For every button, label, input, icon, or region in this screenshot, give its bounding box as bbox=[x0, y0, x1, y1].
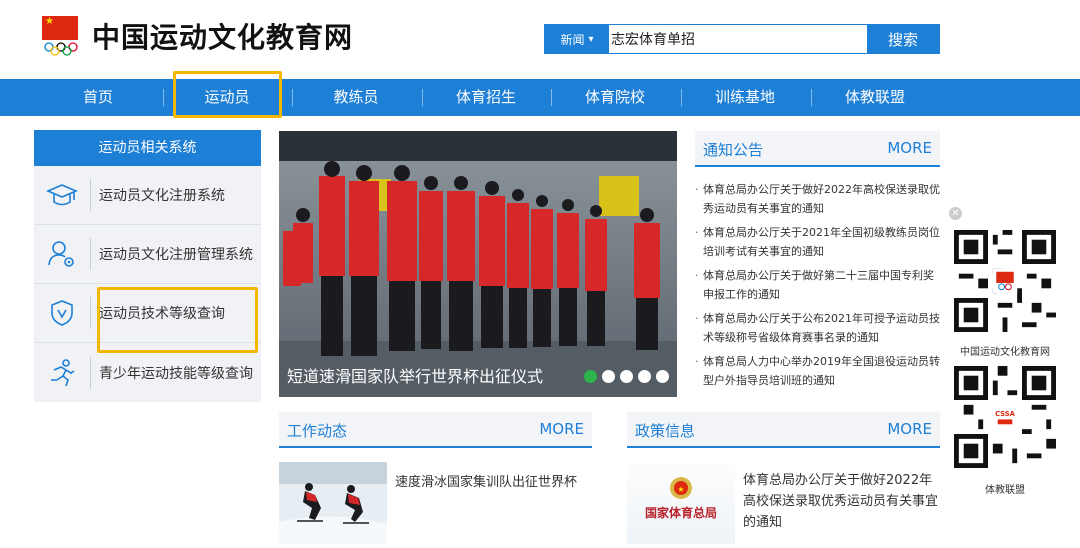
close-icon[interactable]: ✕ bbox=[949, 207, 962, 220]
slider-dot[interactable] bbox=[656, 370, 669, 383]
graduation-cap-icon bbox=[34, 182, 90, 208]
qr-label-website: 中国运动文化教育网 bbox=[960, 347, 1050, 358]
site-title: 中国运动文化教育网 bbox=[92, 21, 354, 54]
list-item[interactable]: 体育总局办公厅关于做好2022年高校保送录取优秀运动员有关事宜的通知 bbox=[695, 180, 940, 218]
search-category-select[interactable]: 新闻 ▾ bbox=[545, 25, 609, 53]
main-nav: 首页 运动员 教练员 体育招生 体育院校 训练基地 体教联盟 bbox=[0, 79, 1080, 116]
search-category-label: 新闻 bbox=[560, 32, 585, 47]
qr-badge-text: CSSA bbox=[995, 410, 1016, 418]
work-news-item[interactable]: 速度滑冰国家集训队出征世界杯 bbox=[279, 462, 595, 544]
slider-dot[interactable] bbox=[584, 370, 597, 383]
notice-more-link[interactable]: MORE bbox=[887, 139, 932, 157]
sidebar-item-culture-registration[interactable]: 运动员文化注册系统 bbox=[34, 166, 261, 225]
sidebar-title: 运动员相关系统 bbox=[34, 130, 261, 166]
list-item[interactable]: 体育总局人力中心举办2019年全国退役运动员转型户外指导员培训班的通知 bbox=[695, 352, 940, 390]
work-news-title[interactable]: 速度滑冰国家集训队出征世界杯 bbox=[395, 472, 595, 544]
sidebar-highlight-frame bbox=[97, 287, 258, 353]
work-title: 工作动态 bbox=[287, 422, 348, 440]
qr-code-alliance: CSSA bbox=[954, 366, 1056, 468]
policy-news-item[interactable]: ★ 国家体育总局 体育总局办公厅关于做好2022年高校保送录取优秀运动员有关事宜… bbox=[627, 462, 941, 544]
search-input[interactable] bbox=[609, 25, 867, 53]
svg-text:★: ★ bbox=[677, 485, 684, 494]
policy-title: 政策信息 bbox=[635, 422, 696, 440]
search-button[interactable]: 搜索 bbox=[867, 25, 939, 53]
slider-dot[interactable] bbox=[620, 370, 633, 383]
policy-header: 政策信息 MORE bbox=[627, 412, 940, 448]
notice-header: 通知公告 MORE bbox=[695, 131, 940, 167]
nav-item-coach[interactable]: 教练员 bbox=[292, 79, 420, 116]
list-item[interactable]: 体育总局办公厅关于2021年全国初级教练员岗位培训考试有关事宜的通知 bbox=[695, 223, 940, 261]
sidebar: 运动员相关系统 运动员文化注册系统 运动员文化注册管理系统 运动员技术等级查询 … bbox=[34, 130, 261, 402]
news-thumbnail bbox=[279, 462, 387, 544]
qr-label-alliance: 体教联盟 bbox=[985, 485, 1025, 496]
notice-title: 通知公告 bbox=[703, 141, 764, 159]
user-settings-icon bbox=[34, 239, 90, 269]
list-item[interactable]: 体育总局办公厅关于做好第二十三届中国专利奖申报工作的通知 bbox=[695, 266, 940, 304]
qr-code-website bbox=[954, 230, 1056, 332]
policy-news-title[interactable]: 体育总局办公厅关于做好2022年高校保送录取优秀运动员有关事宜的通知 bbox=[743, 470, 941, 544]
nav-item-colleges[interactable]: 体育院校 bbox=[551, 79, 679, 116]
nav-item-alliance[interactable]: 体教联盟 bbox=[811, 79, 939, 116]
news-thumbnail: ★ 国家体育总局 bbox=[627, 462, 735, 544]
thumb-caption: 国家体育总局 bbox=[644, 506, 717, 520]
runner-icon bbox=[34, 358, 90, 388]
work-header: 工作动态 MORE bbox=[279, 412, 592, 448]
work-more-link[interactable]: MORE bbox=[539, 420, 584, 438]
chevron-down-icon: ▾ bbox=[588, 33, 594, 45]
list-item[interactable]: 体育总局办公厅关于公布2021年可授予运动员技术等级称号省级体育赛事名录的通知 bbox=[695, 309, 940, 347]
notice-list: 体育总局办公厅关于做好2022年高校保送录取优秀运动员有关事宜的通知 体育总局办… bbox=[695, 180, 940, 395]
sidebar-item-label: 运动员文化注册系统 bbox=[99, 188, 225, 204]
sidebar-item-label: 运动员文化注册管理系统 bbox=[99, 247, 253, 263]
slider-dot[interactable] bbox=[602, 370, 615, 383]
policy-more-link[interactable]: MORE bbox=[887, 420, 932, 438]
slider-dot[interactable] bbox=[638, 370, 651, 383]
nav-highlight-frame bbox=[173, 71, 282, 118]
news-slider[interactable]: 短道速滑国家队举行世界杯出征仪式 bbox=[279, 131, 677, 397]
nav-item-admission[interactable]: 体育招生 bbox=[422, 79, 550, 116]
nav-item-home[interactable]: 首页 bbox=[34, 79, 162, 116]
nav-item-training-base[interactable]: 训练基地 bbox=[681, 79, 809, 116]
slider-photo bbox=[279, 131, 677, 397]
site-logo[interactable]: ★ 中国运动文化教育网 bbox=[42, 16, 353, 56]
search-bar: 新闻 ▾ 搜索 bbox=[544, 24, 940, 54]
slider-dots bbox=[584, 370, 669, 383]
sidebar-item-culture-management[interactable]: 运动员文化注册管理系统 bbox=[34, 225, 261, 284]
sidebar-item-label: 青少年运动技能等级查询 bbox=[99, 365, 253, 382]
slider-caption[interactable]: 短道速滑国家队举行世界杯出征仪式 bbox=[287, 363, 543, 387]
shield-v-icon bbox=[34, 299, 90, 327]
flag-logo-icon: ★ bbox=[42, 16, 80, 56]
